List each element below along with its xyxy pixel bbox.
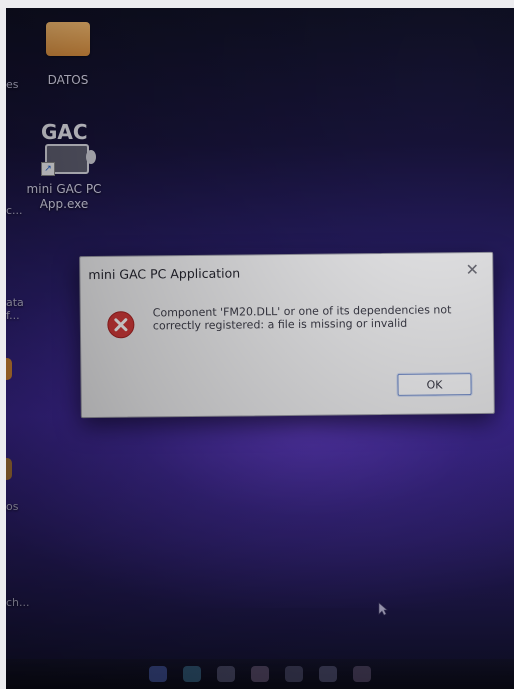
edge-label-es: es xyxy=(6,78,19,91)
taskbar-app-icon[interactable] xyxy=(217,666,235,682)
gac-app-icon: GAC ↗ xyxy=(39,120,96,176)
taskbar xyxy=(6,659,514,689)
dialog-titlebar[interactable]: mini GAC PC Application ✕ xyxy=(80,253,492,291)
dialog-message: Component 'FM20.DLL' or one of its depen… xyxy=(152,303,452,333)
partial-icon-orange-2[interactable] xyxy=(6,458,12,480)
edge-label-ata: ata xyxy=(6,296,24,309)
ok-button[interactable]: OK xyxy=(396,372,473,397)
taskbar-app-icon[interactable] xyxy=(183,666,201,682)
gac-logo-text: GAC xyxy=(41,120,88,144)
error-dialog: mini GAC PC Application ✕ Component 'FM2… xyxy=(79,251,495,419)
taskbar-app-icon[interactable] xyxy=(319,666,337,682)
edge-label-c: c... xyxy=(6,204,23,217)
mouse-cursor-icon xyxy=(378,602,388,616)
start-icon[interactable] xyxy=(149,666,167,682)
edge-label-os: os xyxy=(6,500,19,513)
taskbar-app-icon[interactable] xyxy=(353,666,371,682)
photo-frame: es c... ata f... os ch... DATOS GAC ↗ mi… xyxy=(0,0,514,689)
desktop-icon-label: DATOS xyxy=(47,73,89,87)
desktop-icon-datos[interactable]: DATOS xyxy=(38,22,98,104)
close-icon[interactable]: ✕ xyxy=(462,260,482,280)
taskbar-app-icon[interactable] xyxy=(251,666,269,682)
partial-icon-orange[interactable] xyxy=(6,358,12,380)
desktop-screen: es c... ata f... os ch... DATOS GAC ↗ mi… xyxy=(6,8,514,689)
dialog-body: Component 'FM20.DLL' or one of its depen… xyxy=(81,287,494,371)
error-icon xyxy=(107,311,135,339)
shortcut-arrow-icon: ↗ xyxy=(41,162,55,176)
dialog-title: mini GAC PC Application xyxy=(88,264,241,282)
desktop-icon-gac-app[interactable]: GAC ↗ mini GAC PC App.exe xyxy=(22,120,106,230)
edge-label-f: f... xyxy=(6,309,20,322)
desktop-icon-label: mini GAC PC App.exe xyxy=(26,182,102,211)
taskbar-app-icon[interactable] xyxy=(285,666,303,682)
dialog-footer: OK xyxy=(81,367,493,417)
folder-icon xyxy=(46,22,90,56)
edge-label-ch: ch... xyxy=(6,596,30,609)
